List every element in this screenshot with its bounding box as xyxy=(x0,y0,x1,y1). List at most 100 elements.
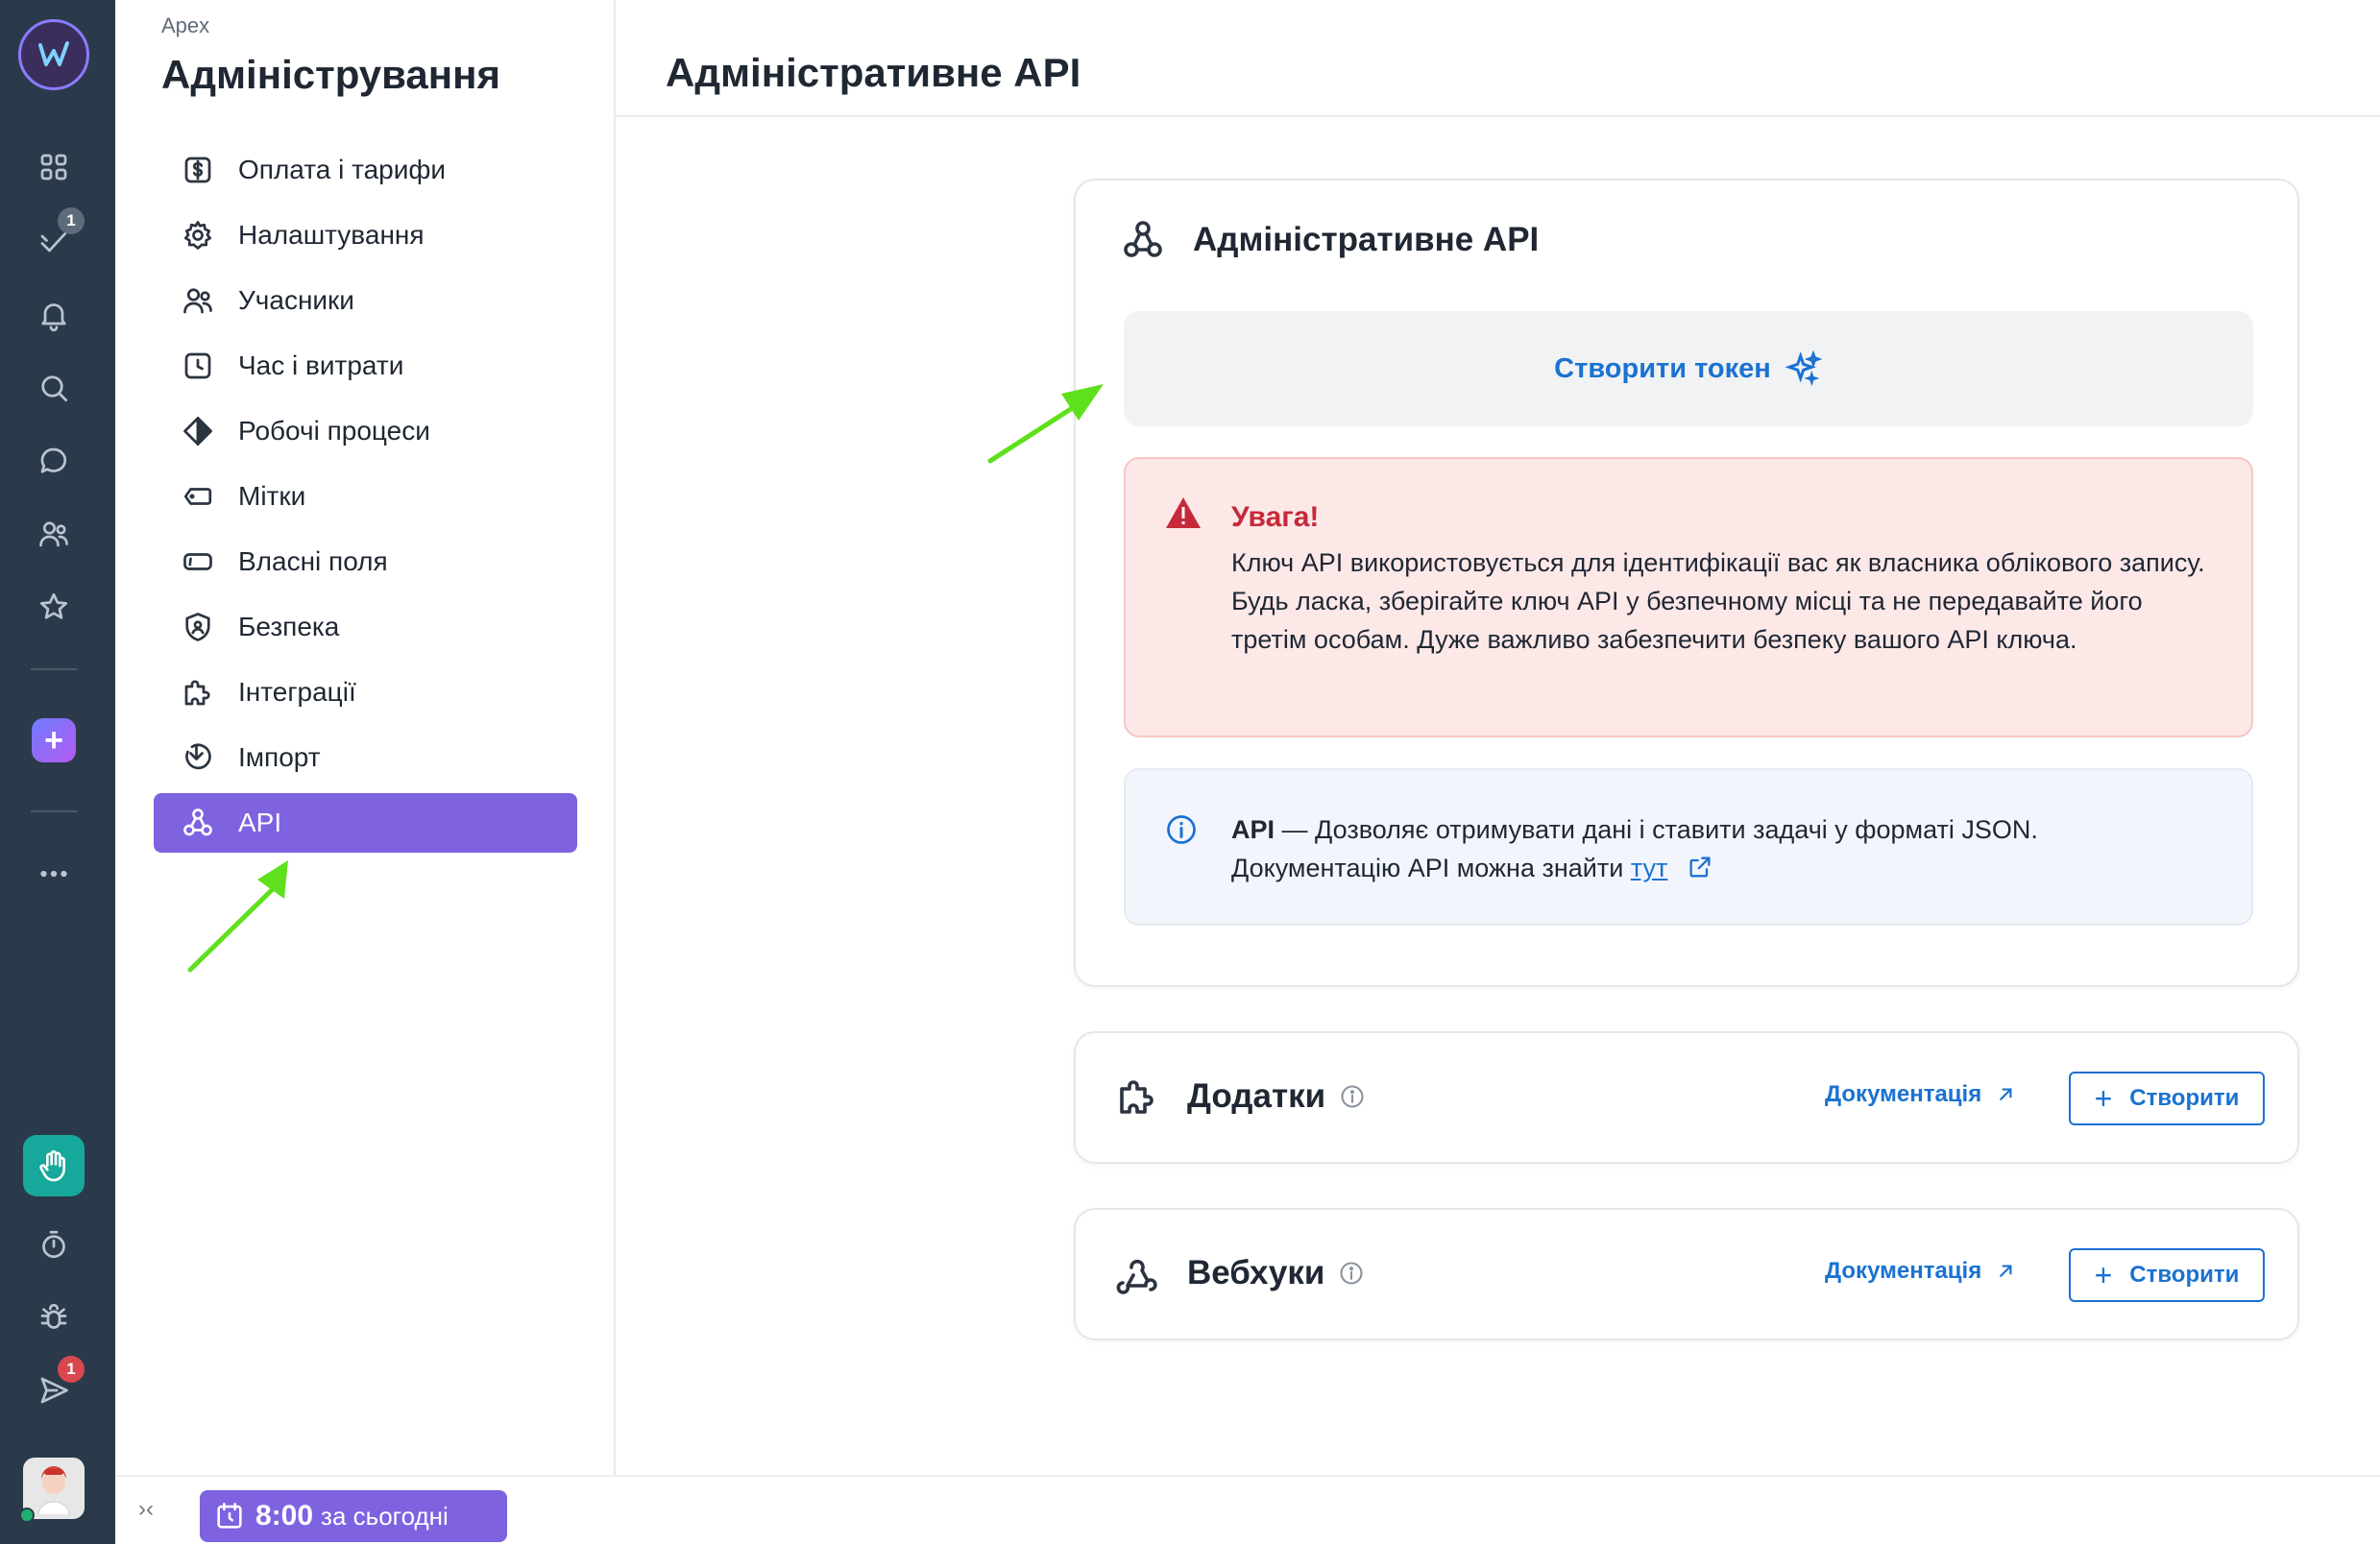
card-title: Додатки xyxy=(1187,1077,1326,1115)
sidebar-item-label: Інтеграції xyxy=(238,677,356,707)
field-icon xyxy=(179,543,217,581)
more-icon[interactable] xyxy=(29,849,79,899)
hand-wave-button[interactable] xyxy=(23,1135,85,1196)
sidebar-item-members[interactable]: Учасники xyxy=(154,271,577,330)
annotation-arrow xyxy=(987,384,1104,464)
main-content: Адміністративне API Адміністративне API … xyxy=(616,0,2380,1475)
sidebar-item-label: Робочі процеси xyxy=(238,416,430,446)
collapse-sidebar-button[interactable]: ›‹ xyxy=(138,1496,154,1523)
doc-link-label: Документація xyxy=(1825,1081,1982,1107)
inbox-badge: 1 xyxy=(58,1356,85,1383)
create-token-button[interactable]: Створити токен xyxy=(1124,311,2253,426)
users-icon xyxy=(179,281,217,320)
admin-sidebar: Apex Адміністрування Оплата і тарифи Нал… xyxy=(115,0,616,1475)
info-bold: API xyxy=(1231,815,1275,844)
stopwatch-icon[interactable] xyxy=(29,1219,79,1269)
sidebar-item-label: Час і витрати xyxy=(238,350,404,380)
sidebar-item-label: Безпека xyxy=(238,612,340,641)
webhooks-card-header: Вебхуки xyxy=(1114,1250,1392,1296)
create-new-button[interactable]: + xyxy=(32,718,76,762)
sidebar-item-api[interactable]: API xyxy=(154,793,577,853)
app-rail: 1 + 1 xyxy=(0,0,115,1544)
external-link-icon[interactable] xyxy=(1687,854,1713,881)
admin-api-card-header: Адміністративне API xyxy=(1120,217,1539,263)
sidebar-item-custom-fields[interactable]: Власні поля xyxy=(154,532,577,591)
doc-link-label: Документація xyxy=(1825,1258,1982,1284)
api-docs-link[interactable]: тут xyxy=(1631,854,1668,882)
people-icon[interactable] xyxy=(29,509,79,559)
page-title: Адміністративне API xyxy=(666,50,1081,95)
sidebar-item-label: Учасники xyxy=(238,285,354,315)
sidebar-item-tags[interactable]: Мітки xyxy=(154,467,577,526)
info-alert: API — Дозволяє отримувати дані і ставити… xyxy=(1124,768,2253,926)
tasks-badge: 1 xyxy=(58,207,85,234)
sidebar-title: Адміністрування xyxy=(161,52,501,97)
dashboard-icon[interactable] xyxy=(29,142,79,192)
search-icon[interactable] xyxy=(29,363,79,413)
chat-icon[interactable] xyxy=(29,436,79,486)
dollar-icon xyxy=(179,151,217,189)
sidebar-item-label: API xyxy=(238,808,282,837)
webhooks-docs-link[interactable]: Документація xyxy=(1825,1258,2018,1285)
timer-suffix: за сьогодні xyxy=(321,1501,449,1531)
webhooks-create-button[interactable]: + Створити xyxy=(2069,1248,2265,1302)
clock-icon xyxy=(179,347,217,385)
admin-api-card: Адміністративне API Створити токен Увага… xyxy=(1074,179,2299,987)
sidebar-item-integrations[interactable]: Інтеграції xyxy=(154,663,577,722)
rail-divider xyxy=(31,810,77,812)
online-status-dot xyxy=(19,1508,35,1523)
gear-icon xyxy=(179,216,217,254)
sidebar-item-time[interactable]: Час і витрати xyxy=(154,336,577,396)
sidebar-item-label: Власні поля xyxy=(238,546,388,576)
timer-chip[interactable]: 8:00 за сьогодні xyxy=(200,1490,507,1542)
star-icon[interactable] xyxy=(29,582,79,632)
sparkle-icon xyxy=(1785,350,1823,387)
warning-title: Увага! xyxy=(1231,501,1320,533)
apps-docs-link[interactable]: Документація xyxy=(1825,1081,2018,1108)
api-icon xyxy=(1124,221,1162,257)
workflow-icon xyxy=(179,412,217,450)
bell-icon[interactable] xyxy=(29,290,79,340)
sidebar-item-workflows[interactable]: Робочі процеси xyxy=(154,401,577,461)
sidebar-item-label: Налаштування xyxy=(238,220,425,250)
info-line-2: Документацію API можна знайти xyxy=(1231,854,1631,882)
api-icon xyxy=(179,804,217,842)
calendar-clock-icon xyxy=(217,1502,242,1529)
warning-icon xyxy=(1166,497,1201,528)
info-icon[interactable] xyxy=(1339,1083,1366,1110)
info-line-1: — Дозволяє отримувати дані і ставити зад… xyxy=(1275,815,2038,844)
apps-card-header: Додатки xyxy=(1114,1074,1393,1120)
app-logo[interactable] xyxy=(18,19,89,90)
puzzle-icon xyxy=(1120,1080,1154,1114)
create-token-label: Створити токен xyxy=(1554,352,1771,384)
workspace-name[interactable]: Apex xyxy=(161,13,209,38)
sidebar-item-security[interactable]: Безпека xyxy=(154,597,577,657)
page-header: Адміністративне API xyxy=(616,0,2380,117)
shield-icon xyxy=(179,608,217,646)
info-text: API — Дозволяє отримувати дані і ставити… xyxy=(1231,810,2038,887)
apps-create-button[interactable]: + Створити xyxy=(2069,1072,2265,1125)
webhooks-card: Вебхуки Документація + Створити xyxy=(1074,1208,2299,1340)
apps-card: Додатки Документація + Створити xyxy=(1074,1031,2299,1164)
info-icon xyxy=(1167,815,1196,844)
timer-value: 8:00 xyxy=(255,1500,314,1532)
card-title: Вебхуки xyxy=(1187,1254,1325,1291)
info-icon[interactable] xyxy=(1338,1260,1365,1287)
bug-icon[interactable] xyxy=(29,1292,79,1342)
sidebar-item-settings[interactable]: Налаштування xyxy=(154,205,577,265)
arrow-up-right-icon xyxy=(2000,1265,2012,1278)
sidebar-item-import[interactable]: Імпорт xyxy=(154,728,577,787)
sidebar-item-label: Імпорт xyxy=(238,742,321,772)
arrow-up-right-icon xyxy=(2000,1088,2012,1101)
rail-divider xyxy=(31,668,77,670)
sidebar-item-label: Оплата і тарифи xyxy=(238,155,447,184)
create-label: Створити xyxy=(2129,1262,2240,1288)
sidebar-item-billing[interactable]: Оплата і тарифи xyxy=(154,140,577,200)
bottom-bar: ›‹ 8:00 за сьогодні xyxy=(115,1475,2380,1544)
puzzle-icon xyxy=(179,673,217,712)
warning-alert: Увага! Ключ API використовується для іде… xyxy=(1124,457,2253,737)
plus-icon: + xyxy=(2094,1080,2113,1116)
import-icon xyxy=(179,738,217,777)
annotation-arrow xyxy=(187,860,288,973)
tag-icon xyxy=(179,477,217,516)
